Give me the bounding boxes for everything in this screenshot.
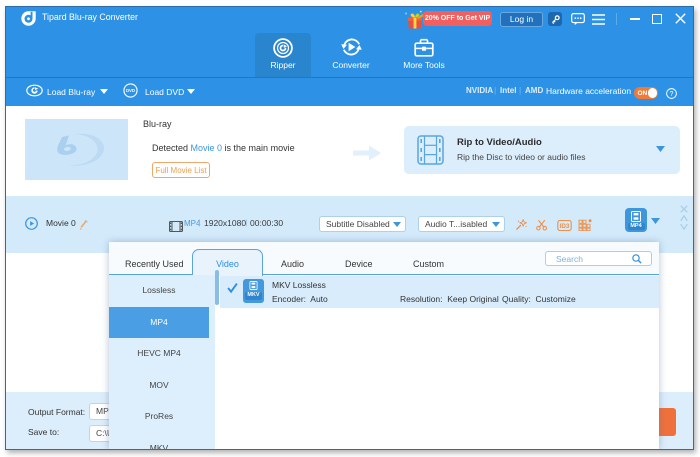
svg-text:DVD: DVD <box>126 88 135 93</box>
svg-text:ID3: ID3 <box>560 223 570 230</box>
svg-text:?: ? <box>670 91 674 98</box>
